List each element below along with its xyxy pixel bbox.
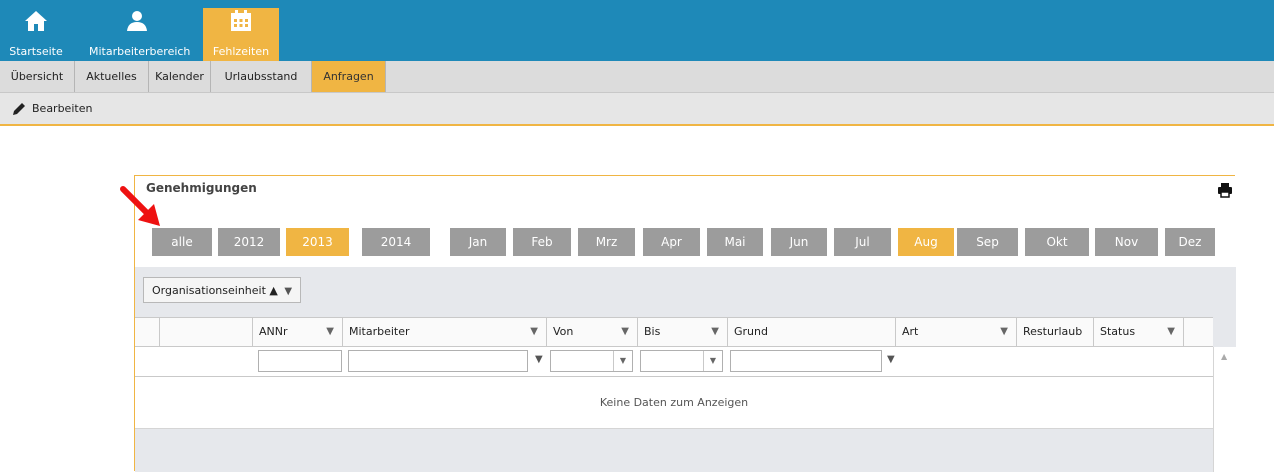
month-button-apr[interactable]: Apr (643, 228, 700, 256)
month-button-mrz[interactable]: Mrz (578, 228, 635, 256)
tab-urlaubsstand[interactable]: Urlaubsstand (211, 61, 312, 92)
filter-icon[interactable]: ▼ (530, 318, 538, 346)
sub-tabs: Übersicht Aktuelles Kalender Urlaubsstan… (0, 61, 1274, 93)
filter-row: ▼ ▼ ▼ ▼ (135, 347, 1213, 377)
column-grund[interactable]: Grund (727, 318, 895, 346)
month-button-jan[interactable]: Jan (450, 228, 506, 256)
column-resturlaub-label: Resturlaub (1023, 325, 1083, 338)
column-select (135, 318, 159, 346)
mitarbeiter-filter-input[interactable] (348, 350, 528, 372)
year-button-alle[interactable]: alle (152, 228, 212, 256)
tab-uebersicht[interactable]: Übersicht (0, 61, 75, 92)
nav-mitarbeiterbereich-label: Mitarbeiterbereich (89, 45, 191, 58)
nav-mitarbeiterbereich[interactable]: Mitarbeiterbereich (89, 8, 191, 61)
month-button-dez[interactable]: Dez (1165, 228, 1215, 256)
month-button-nov[interactable]: Nov (1095, 228, 1158, 256)
column-spacer (1183, 318, 1213, 346)
column-grund-label: Grund (734, 325, 768, 338)
chevron-down-icon[interactable]: ▼ (703, 351, 722, 371)
vertical-scrollbar[interactable]: ▲ (1213, 347, 1236, 472)
nav-startseite-label: Startseite (9, 45, 63, 58)
filter-icon[interactable]: ▼ (1000, 318, 1008, 346)
data-grid: Organisationseinheit ▲ ▼ ANNr ▼ Mitarbeit… (135, 267, 1236, 472)
column-status[interactable]: Status ▼ (1093, 318, 1183, 346)
column-von-label: Von (553, 325, 574, 338)
red-arrow-annotation (120, 186, 160, 226)
filter-icon[interactable]: ▼ (711, 318, 719, 346)
home-icon (25, 11, 47, 31)
group-by-button[interactable]: Organisationseinheit ▲ ▼ (143, 277, 302, 303)
tab-anfragen[interactable]: Anfragen (312, 61, 386, 92)
toolbar: Bearbeiten (0, 93, 1274, 126)
edit-button-label: Bearbeiten (32, 102, 93, 115)
year-button-2014[interactable]: 2014 (362, 228, 430, 256)
column-bis-label: Bis (644, 325, 661, 338)
column-bis[interactable]: Bis ▼ (637, 318, 727, 346)
filter-icon[interactable]: ▼ (621, 318, 629, 346)
column-annr[interactable]: ANNr ▼ (252, 318, 342, 346)
group-by-label: Organisationseinheit ▲ (152, 284, 278, 297)
tab-kalender[interactable]: Kalender (149, 61, 211, 92)
von-filter-select[interactable]: ▼ (550, 350, 633, 372)
column-art-label: Art (902, 325, 919, 338)
top-navigation: Startseite Mitarbeiterbereich Fehlzeiten (0, 0, 1274, 61)
printer-icon[interactable] (1217, 182, 1233, 198)
month-button-aug[interactable]: Aug (898, 228, 954, 256)
tab-aktuelles[interactable]: Aktuelles (75, 61, 149, 92)
column-status-label: Status (1100, 325, 1136, 338)
empty-message: Keine Daten zum Anzeigen (135, 377, 1213, 429)
month-button-jun[interactable]: Jun (771, 228, 827, 256)
scroll-up-icon[interactable]: ▲ (1221, 352, 1227, 361)
pencil-icon (13, 103, 25, 115)
column-group (159, 318, 252, 346)
filter-icon[interactable]: ▼ (326, 318, 334, 346)
grid-header: ANNr ▼ Mitarbeiter ▼ Von ▼ Bis ▼ Grund Art ▼ … (135, 317, 1213, 347)
year-button-2013[interactable]: 2013 (286, 228, 349, 256)
approvals-panel: Genehmigungen alle 2012 2013 2014 Jan Fe… (134, 175, 1236, 472)
month-button-jul[interactable]: Jul (834, 228, 891, 256)
calendar-icon (231, 10, 251, 31)
user-icon (126, 11, 147, 31)
edit-button[interactable]: Bearbeiten (11, 101, 92, 117)
nav-startseite[interactable]: Startseite (5, 8, 67, 61)
filter-icon[interactable]: ▼ (1167, 318, 1175, 346)
column-von[interactable]: Von ▼ (546, 318, 637, 346)
month-button-mai[interactable]: Mai (707, 228, 763, 256)
month-button-okt[interactable]: Okt (1025, 228, 1089, 256)
annr-filter-input[interactable] (258, 350, 342, 372)
bis-filter-select[interactable]: ▼ (640, 350, 723, 372)
nav-fehlzeiten-label: Fehlzeiten (212, 45, 270, 58)
nav-fehlzeiten[interactable]: Fehlzeiten (203, 8, 279, 61)
month-button-feb[interactable]: Feb (513, 228, 571, 256)
grund-filter-input[interactable] (730, 350, 882, 372)
filter-icon[interactable]: ▼ (887, 354, 895, 365)
column-mitarbeiter[interactable]: Mitarbeiter ▼ (342, 318, 546, 346)
column-mitarbeiter-label: Mitarbeiter (349, 325, 410, 338)
year-button-2012[interactable]: 2012 (218, 228, 280, 256)
filter-icon[interactable]: ▼ (284, 286, 292, 297)
filter-icon[interactable]: ▼ (535, 354, 543, 365)
column-resturlaub[interactable]: Resturlaub (1016, 318, 1093, 346)
column-art[interactable]: Art ▼ (895, 318, 1016, 346)
column-annr-label: ANNr (259, 325, 288, 338)
month-button-sep[interactable]: Sep (957, 228, 1018, 256)
chevron-down-icon[interactable]: ▼ (613, 351, 632, 371)
